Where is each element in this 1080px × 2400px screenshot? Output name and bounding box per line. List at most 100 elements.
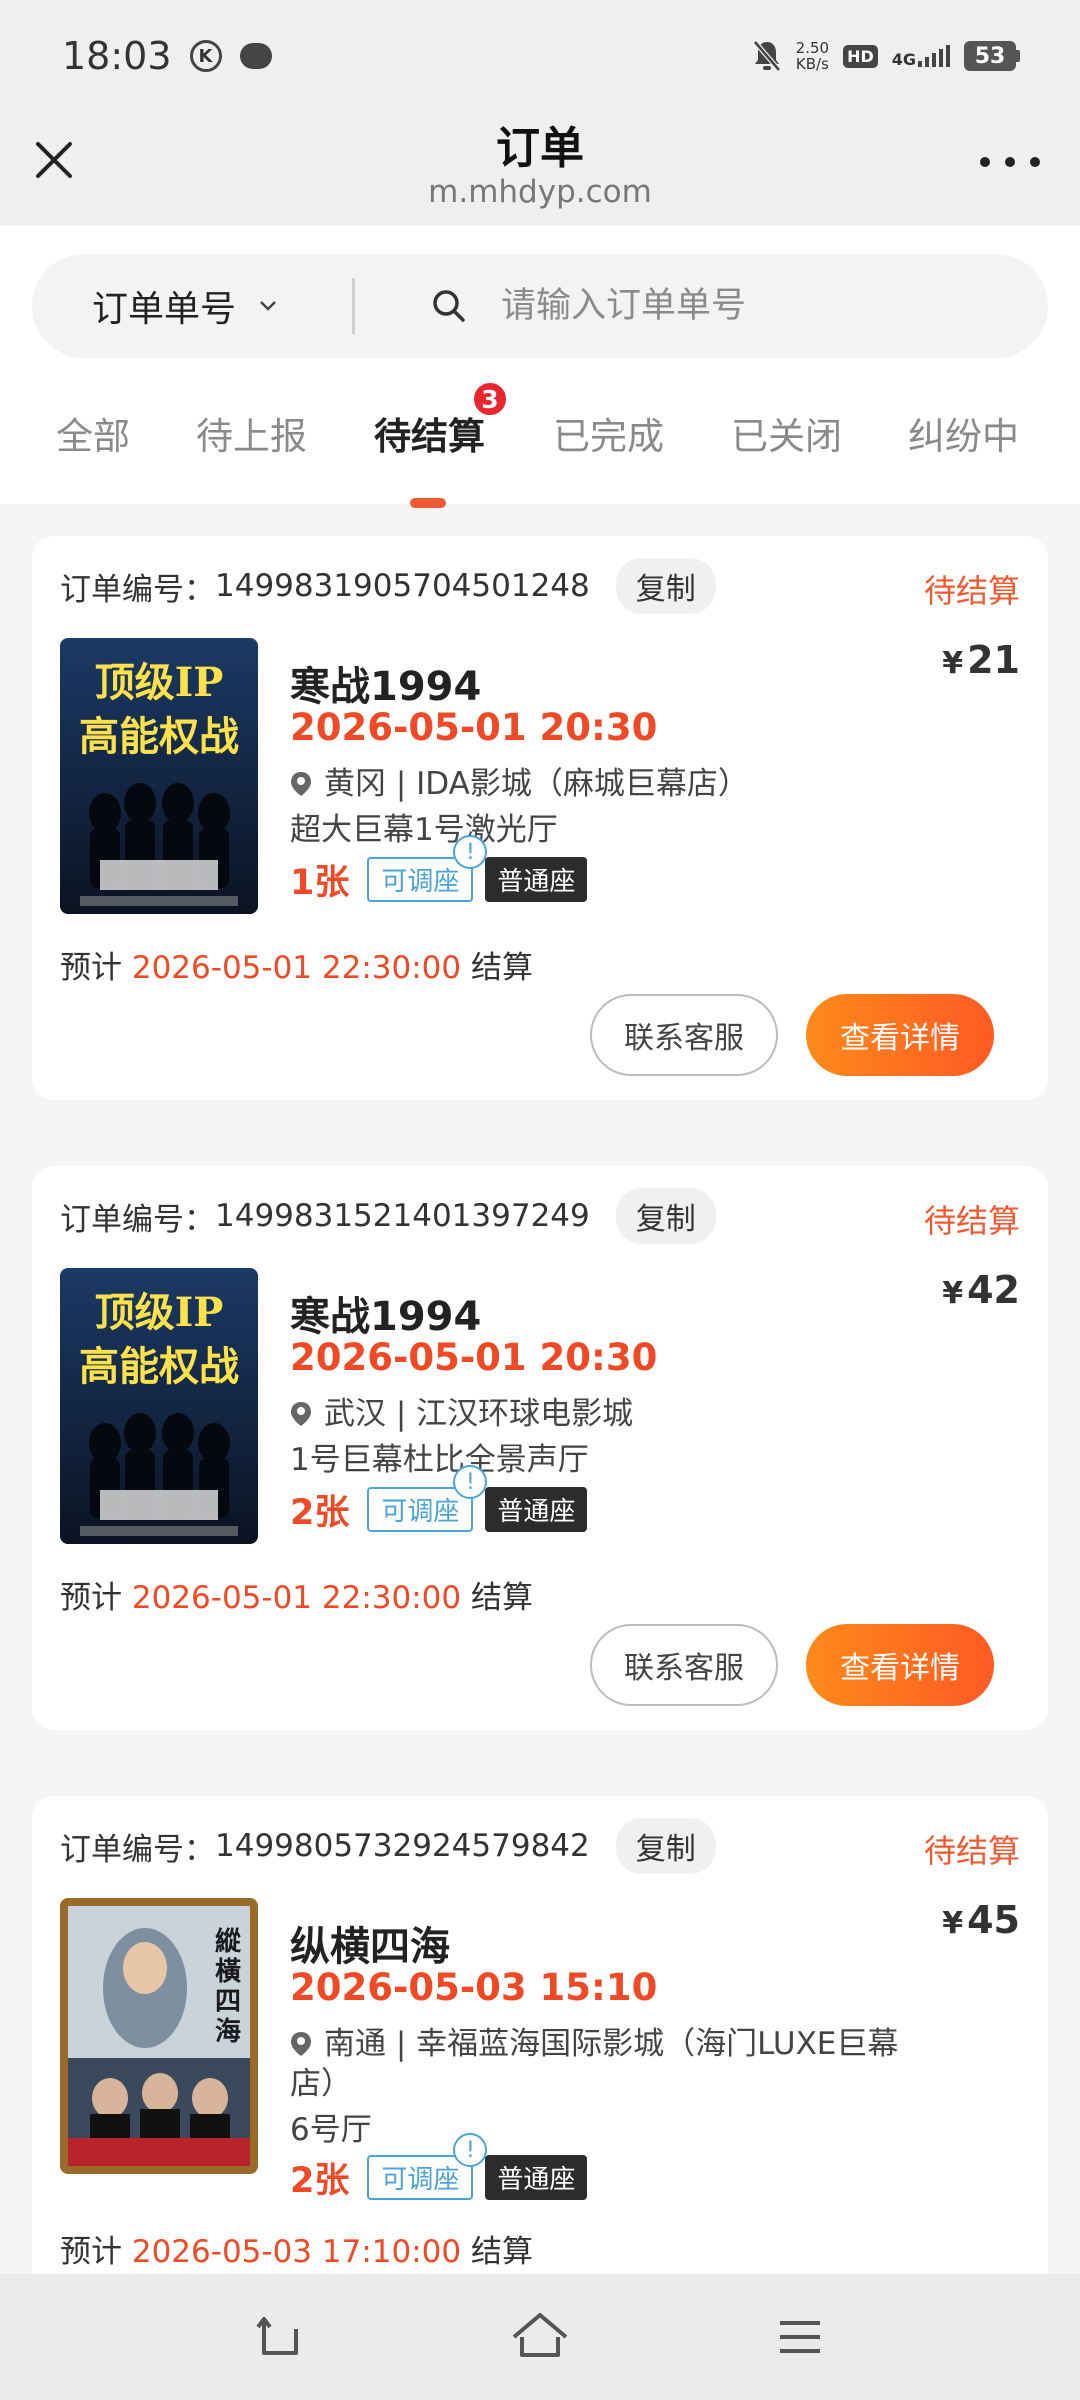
ticket-info-row: 2张 可调座 ! 普通座 — [290, 1465, 588, 1535]
info-icon[interactable]: ! — [453, 2133, 488, 2167]
order-number-label: 订单编号： — [60, 571, 215, 608]
ticket-info-row: 1张 可调座 ! 普通座 — [290, 835, 588, 905]
settle-prefix: 预计 — [60, 950, 122, 986]
tab-pending-settlement[interactable]: 待结算 3 — [374, 380, 509, 460]
tab-pending-report[interactable]: 待上报 — [196, 406, 307, 460]
nav-menu-button[interactable] — [768, 2305, 832, 2369]
mute-bell-icon — [752, 40, 781, 72]
price-value: 42 — [967, 1268, 1020, 1312]
page-title: 订单 — [496, 123, 584, 174]
cinema-location-text: 武汉 | 江汉环球电影城 — [324, 1396, 634, 1432]
order-number-search-input[interactable] — [501, 286, 981, 326]
settlement-estimate: 预计 2026-05-03 17:10:00 结算 — [60, 2226, 533, 2271]
cinema-location-text: 黄冈 | IDA影城（麻城巨幕店） — [324, 766, 749, 802]
status-bar: 18:03 K 2.50 KB/s HD 4G 53 — [0, 0, 1080, 112]
signal-bars-icon — [918, 45, 950, 67]
net-speed: 2.50 KB/s — [796, 40, 829, 72]
search-and-tabs-panel: 订单单号 全部 待上报 待结算 3 已完成 已关闭 纠纷中 — [0, 226, 1080, 508]
search-type-label: 订单单号 — [92, 289, 237, 330]
nav-back-button[interactable] — [248, 2305, 312, 2369]
system-navigation-bar — [0, 2274, 1080, 2400]
status-right: 2.50 KB/s HD 4G 53 — [752, 39, 1020, 73]
order-number-row: 订单编号： 1499805732924579842 复制 — [60, 1818, 716, 1874]
order-number-label: 订单编号： — [60, 1201, 215, 1238]
seat-type-tag: 普通座 — [485, 857, 588, 902]
view-details-button[interactable]: 查看详情 — [806, 994, 994, 1076]
poster-line-1: 顶级IP — [95, 659, 224, 706]
search-icon — [433, 290, 465, 322]
net-speed-unit: KB/s — [795, 55, 829, 73]
signal-indicator: 4G — [892, 45, 950, 68]
cinema-location: 黄冈 | IDA影城（麻城巨幕店） — [290, 764, 930, 804]
poster-line-2: 高能权战 — [79, 713, 239, 760]
battery-icon: 53 — [964, 41, 1020, 71]
active-tab-indicator — [410, 498, 446, 508]
more-options-button[interactable] — [980, 142, 1040, 182]
settle-suffix: 结算 — [470, 2234, 533, 2270]
ticket-count: 2张 — [290, 2161, 350, 2201]
settlement-estimate: 预计 2026-05-01 22:30:00 结算 — [60, 1572, 533, 1617]
order-card: 订单编号： 1499831521401397249 复制 待结算 顶级IP 高能… — [32, 1166, 1048, 1730]
settlement-estimate: 预计 2026-05-01 22:30:00 结算 — [60, 942, 533, 987]
settle-prefix: 预计 — [60, 1580, 122, 1616]
order-price: ¥45 — [942, 1898, 1020, 1942]
net-speed-value: 2.50 — [795, 39, 830, 57]
movie-poster: 顶级IP 高能权战 — [60, 638, 258, 914]
order-number: 1499831905704501248 — [215, 568, 590, 604]
tab-in-dispute[interactable]: 纠纷中 — [908, 406, 1019, 460]
tab-closed[interactable]: 已关闭 — [731, 406, 842, 460]
hall-name: 超大巨幕1号激光厅 — [290, 812, 558, 848]
page-url: m.mhdyp.com — [428, 174, 652, 210]
more-dot-icon — [1030, 157, 1040, 167]
menu-icon — [780, 2321, 820, 2353]
poster-char-3: 四 — [215, 1987, 241, 2017]
cinema-location: 武汉 | 江汉环球电影城 — [290, 1394, 930, 1434]
hd-badge: HD — [843, 44, 878, 68]
adjustable-seat-tag: 可调座 ! — [367, 835, 488, 902]
movie-poster-image: 顶级IP 高能权战 — [60, 638, 258, 914]
currency-symbol: ¥ — [942, 1276, 964, 1311]
price-value: 21 — [967, 638, 1020, 682]
adjustable-seat-label: 可调座 — [381, 1497, 460, 1527]
nav-home-button[interactable] — [508, 2305, 572, 2369]
hall-name: 1号巨幕杜比全景声厅 — [290, 1442, 589, 1478]
price-value: 45 — [967, 1898, 1020, 1942]
adjustable-seat-label: 可调座 — [381, 867, 460, 897]
hall-name: 6号厅 — [290, 2112, 372, 2148]
seat-type-tag: 普通座 — [485, 2155, 588, 2200]
showtime: 2026-05-03 15:10 — [290, 1966, 658, 2009]
location-pin-icon — [291, 772, 311, 796]
info-icon[interactable]: ! — [453, 1465, 488, 1499]
search-type-dropdown[interactable]: 订单单号 — [32, 280, 352, 332]
poster-line-1: 顶级IP — [95, 1289, 224, 1336]
poster-char-4: 海 — [215, 2017, 241, 2047]
tab-completed[interactable]: 已完成 — [553, 406, 664, 460]
order-price: ¥42 — [942, 1268, 1020, 1312]
view-details-button[interactable]: 查看详情 — [806, 1624, 994, 1706]
chevron-down-icon — [260, 301, 276, 311]
movie-poster: 顶级IP 高能权战 — [60, 1268, 258, 1544]
contact-support-button[interactable]: 联系客服 — [590, 994, 778, 1076]
order-card: 订单编号： 1499805732924579842 复制 待结算 縱 橫 四 海… — [32, 1796, 1048, 2356]
ticket-count: 2张 — [290, 1493, 350, 1533]
settle-time: 2026-05-01 22:30:00 — [131, 950, 462, 986]
contact-support-button[interactable]: 联系客服 — [590, 1624, 778, 1706]
settle-suffix: 结算 — [470, 950, 533, 986]
movie-poster: 縱 橫 四 海 — [60, 1898, 258, 2174]
seat-type-tag: 普通座 — [485, 1487, 588, 1532]
order-status: 待结算 — [923, 1832, 1020, 1870]
status-time: 18:03 — [62, 34, 172, 78]
copy-order-number-button[interactable]: 复制 — [615, 1818, 716, 1874]
currency-symbol: ¥ — [942, 1906, 964, 1941]
more-dot-icon — [1005, 157, 1015, 167]
location-pin-icon — [291, 2032, 311, 2056]
order-number: 1499831521401397249 — [215, 1198, 590, 1234]
tab-all[interactable]: 全部 — [56, 406, 130, 460]
info-icon[interactable]: ! — [453, 835, 488, 869]
movie-poster-image: 顶级IP 高能权战 — [60, 1268, 258, 1544]
poster-char-2: 橫 — [215, 1957, 241, 1987]
copy-order-number-button[interactable]: 复制 — [615, 558, 716, 614]
order-price: ¥21 — [942, 638, 1020, 682]
copy-order-number-button[interactable]: 复制 — [615, 1188, 716, 1244]
tab-count-badge: 3 — [471, 380, 509, 418]
